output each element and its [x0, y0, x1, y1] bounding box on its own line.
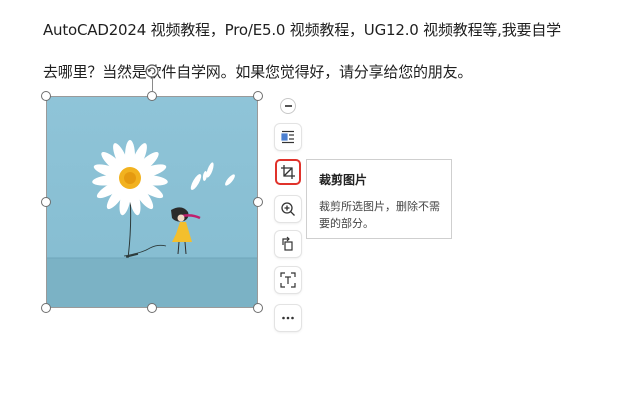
resize-handle-left[interactable]: [41, 197, 51, 207]
resize-handle-bottom[interactable]: [147, 303, 157, 313]
tooltip-title: 裁剪图片: [319, 173, 368, 187]
zoom-in-button[interactable]: [275, 196, 301, 222]
collapse-toolbar-button[interactable]: [280, 98, 296, 114]
crop-icon: [281, 165, 295, 179]
resize-handle-bottom-left[interactable]: [41, 303, 51, 313]
selected-image[interactable]: [46, 96, 258, 308]
resize-handle-top-left[interactable]: [41, 91, 51, 101]
tooltip-description: 裁剪所选图片，删除不需要的部分。: [319, 200, 440, 230]
document-text-line-1: AutoCAD2024 视频教程，Pro/E5.0 视频教程，UG12.0 视频…: [43, 21, 561, 39]
rotate-icon: [282, 236, 293, 251]
resize-handle-top-right[interactable]: [253, 91, 263, 101]
crop-tooltip: 裁剪图片 裁剪所选图片，删除不需要的部分。: [306, 159, 452, 239]
rotate-image-button[interactable]: [275, 231, 301, 257]
ocr-scan-icon: [280, 272, 296, 288]
more-icon: [282, 316, 294, 320]
document-text-line-2: 去哪里？当然是软件自学网。如果您觉得好，请分享给您的朋友。: [43, 63, 473, 81]
rotate-handle-icon[interactable]: [145, 64, 159, 78]
resize-handle-top[interactable]: [147, 91, 157, 101]
text-wrap-button[interactable]: [275, 124, 301, 150]
resize-handle-right[interactable]: [253, 197, 263, 207]
extract-text-button[interactable]: [275, 267, 301, 293]
crop-image-button[interactable]: [275, 159, 301, 185]
text-wrap-icon: [281, 130, 294, 144]
more-options-button[interactable]: [275, 305, 301, 331]
resize-handle-bottom-right[interactable]: [253, 303, 263, 313]
zoom-in-icon: [281, 202, 295, 216]
daisy-girl-illustration: [46, 96, 258, 308]
